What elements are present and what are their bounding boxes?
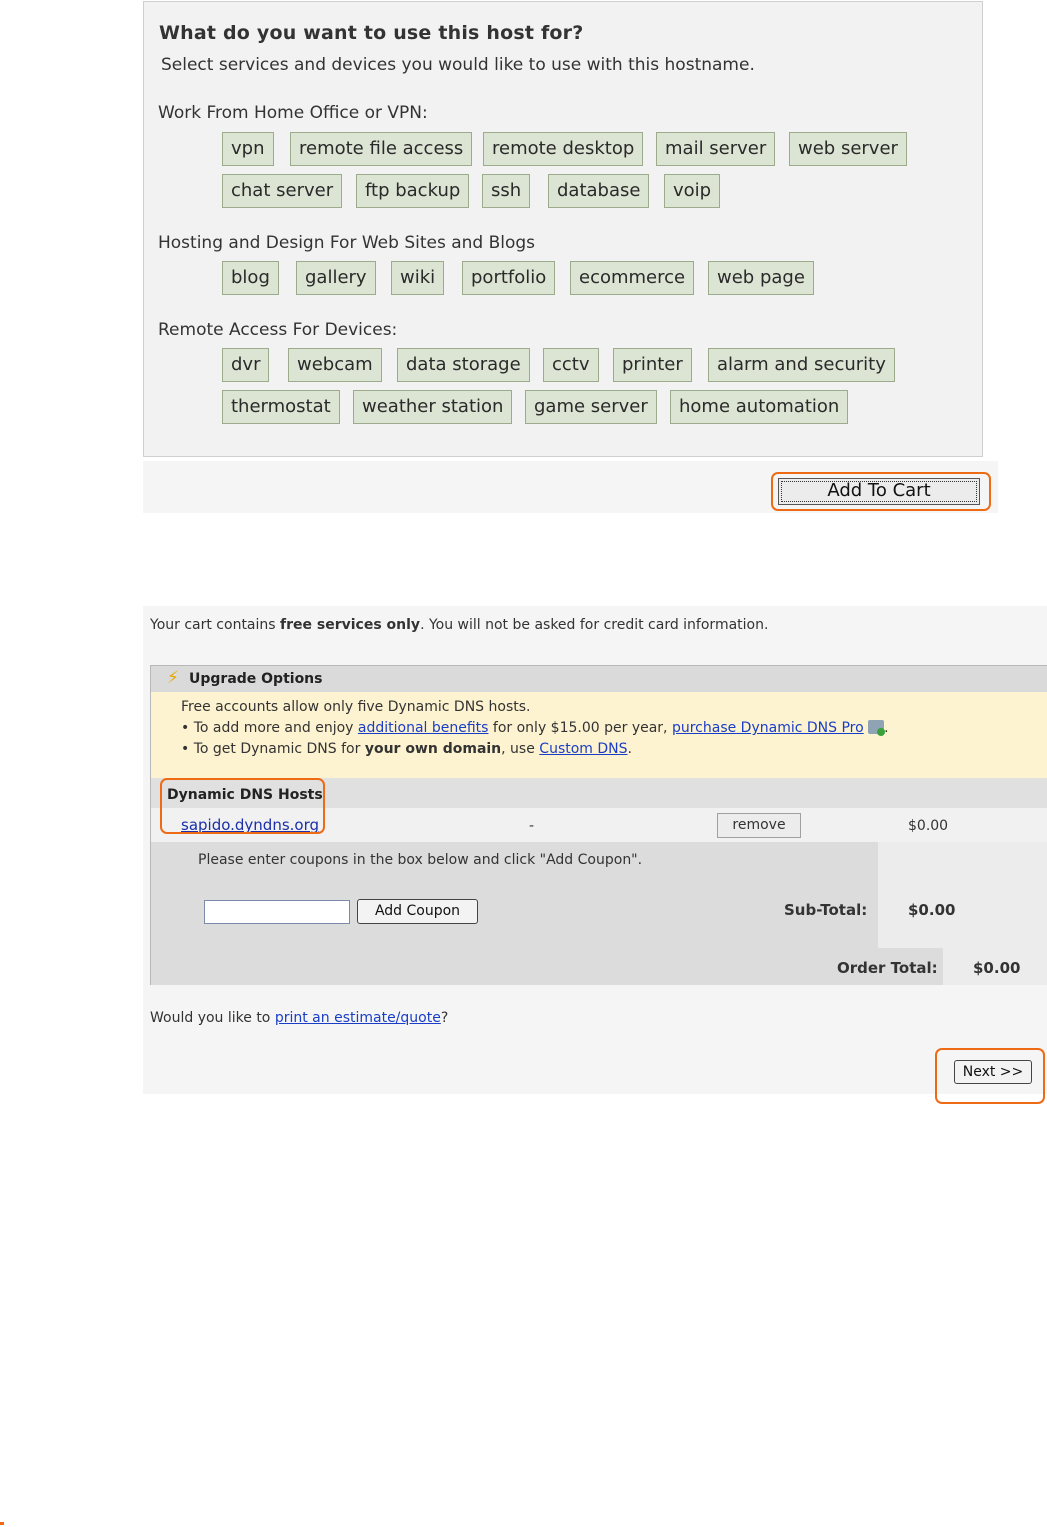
- upgrade-line-3-suffix: .: [627, 741, 632, 757]
- tag-mail-server[interactable]: mail server: [656, 132, 776, 166]
- tag-voip[interactable]: voip: [664, 174, 721, 208]
- tag-webcam[interactable]: webcam: [288, 348, 382, 382]
- tag-ftp-backup[interactable]: ftp backup: [356, 174, 470, 208]
- add-coupon-button[interactable]: Add Coupon: [357, 899, 478, 924]
- subtotal-label: Sub-Total:: [784, 901, 868, 919]
- tag-game-server[interactable]: game server: [525, 390, 657, 424]
- tag-cctv[interactable]: cctv: [543, 348, 599, 382]
- next-button[interactable]: Next >>: [954, 1060, 1032, 1084]
- estimate-suffix: ?: [440, 1010, 449, 1026]
- custom-dns-link[interactable]: Custom DNS: [539, 741, 627, 757]
- subtotal-value: $0.00: [908, 901, 956, 919]
- order-total-label: Order Total:: [837, 959, 938, 977]
- group-label-work-from-home: Work From Home Office or VPN:: [158, 103, 428, 123]
- tag-database[interactable]: database: [548, 174, 650, 208]
- upgrade-line-3-mid: , use: [501, 741, 540, 757]
- subtotal-cell: $0.00: [878, 842, 1047, 948]
- tag-ssh[interactable]: ssh: [482, 174, 531, 208]
- upgrade-line-1: Free accounts allow only five Dynamic DN…: [181, 699, 531, 715]
- tag-ecommerce[interactable]: ecommerce: [570, 261, 695, 295]
- tag-web-page[interactable]: web page: [708, 261, 814, 295]
- group-label-hosting-design: Hosting and Design For Web Sites and Blo…: [158, 233, 536, 253]
- tag-home-automation[interactable]: home automation: [670, 390, 849, 424]
- cart-add-icon: [868, 720, 886, 736]
- additional-benefits-link[interactable]: additional benefits: [358, 720, 489, 736]
- cart-notice-suffix: . You will not be asked for credit card …: [420, 617, 769, 633]
- upgrade-line-2-mid: for only $15.00 per year,: [488, 720, 672, 736]
- cart-notice-bold: free services only: [280, 617, 421, 633]
- cart-notice: Your cart contains free services only. Y…: [150, 617, 768, 633]
- tag-remote-file-access[interactable]: remote file access: [290, 132, 473, 166]
- host-usage-title: What do you want to use this host for?: [159, 22, 584, 44]
- dns-hosts-highlight: [160, 778, 325, 834]
- coupon-instruction: Please enter coupons in the box below an…: [198, 852, 643, 868]
- remove-button[interactable]: remove: [717, 813, 801, 838]
- upgrade-line-3-bold: your own domain: [364, 741, 502, 757]
- group-label-remote-access: Remote Access For Devices:: [158, 320, 398, 340]
- lightning-bolt-icon: ⚡: [167, 668, 179, 688]
- upgrade-options-title: Upgrade Options: [189, 671, 323, 687]
- tag-gallery[interactable]: gallery: [296, 261, 376, 295]
- upgrade-line-3: • To get Dynamic DNS for your own domain…: [181, 741, 632, 757]
- upgrade-options-body: Free accounts allow only five Dynamic DN…: [151, 692, 1047, 778]
- upgrade-line-2-suffix: .: [884, 720, 889, 736]
- order-total-value: $0.00: [973, 959, 1021, 977]
- tag-remote-desktop[interactable]: remote desktop: [483, 132, 644, 166]
- tag-chat-server[interactable]: chat server: [222, 174, 343, 208]
- tag-weather-station[interactable]: weather station: [353, 390, 513, 424]
- order-total-cell: $0.00: [943, 948, 1047, 985]
- host-price: $0.00: [908, 818, 949, 834]
- upgrade-line-2-prefix: • To add more and enjoy: [181, 720, 358, 736]
- tag-thermostat[interactable]: thermostat: [222, 390, 340, 424]
- tag-dvr[interactable]: dvr: [222, 348, 270, 382]
- estimate-prefix: Would you like to: [150, 1010, 275, 1026]
- tag-alarm-and-security[interactable]: alarm and security: [708, 348, 895, 382]
- host-usage-panel: What do you want to use this host for? S…: [143, 1, 983, 457]
- upgrade-options-header: ⚡ Upgrade Options: [151, 666, 1047, 693]
- print-estimate-link[interactable]: print an estimate/quote: [275, 1010, 441, 1026]
- tag-vpn[interactable]: vpn: [222, 132, 274, 166]
- cart-notice-prefix: Your cart contains: [150, 617, 281, 633]
- add-to-cart-button[interactable]: Add To Cart: [778, 478, 980, 505]
- estimate-line: Would you like to print an estimate/quot…: [150, 1010, 448, 1026]
- upgrade-line-3-prefix: • To get Dynamic DNS for: [181, 741, 365, 757]
- host-detail: -: [529, 818, 535, 834]
- tag-blog[interactable]: blog: [222, 261, 279, 295]
- corner-mark: [0, 1522, 4, 1525]
- tag-data-storage[interactable]: data storage: [397, 348, 530, 382]
- tag-printer[interactable]: printer: [613, 348, 692, 382]
- upgrade-line-2: • To add more and enjoy additional benef…: [181, 720, 889, 736]
- coupon-section: Please enter coupons in the box below an…: [151, 842, 1047, 985]
- tag-portfolio[interactable]: portfolio: [462, 261, 556, 295]
- tag-wiki[interactable]: wiki: [391, 261, 445, 295]
- tag-web-server[interactable]: web server: [789, 132, 907, 166]
- host-usage-subtitle: Select services and devices you would li…: [161, 55, 755, 75]
- coupon-input[interactable]: [204, 900, 350, 924]
- purchase-dns-pro-link[interactable]: purchase Dynamic DNS Pro: [672, 720, 864, 736]
